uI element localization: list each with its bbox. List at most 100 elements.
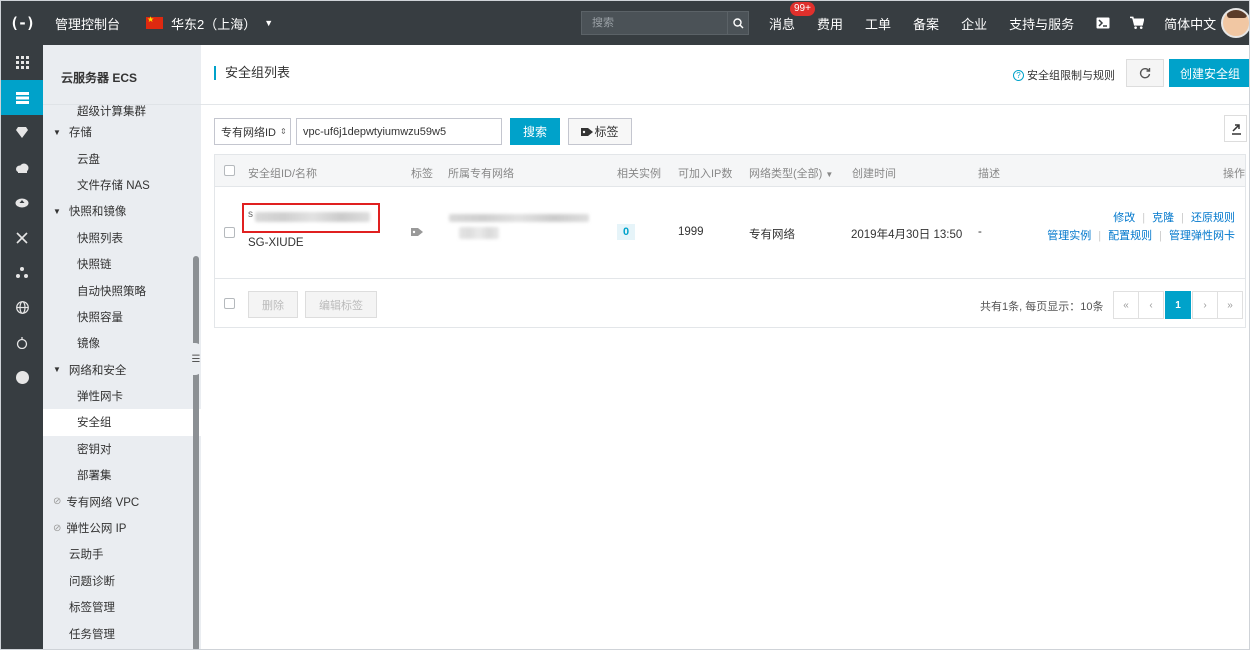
- apps-grid-icon[interactable]: [1, 45, 43, 80]
- sidebar-item[interactable]: ▼ 快照和镜像: [43, 198, 201, 224]
- diamond-icon[interactable]: [1, 115, 43, 150]
- filter-field-value: 专有网络ID: [221, 126, 276, 139]
- sidebar-item[interactable]: 问题诊断: [43, 568, 201, 594]
- sidebar-item[interactable]: ▼ 存储: [43, 119, 201, 145]
- search-button[interactable]: 搜索: [510, 118, 560, 145]
- nav-billing[interactable]: 费用: [817, 14, 843, 33]
- filter-caret-icon: ▼: [825, 170, 834, 179]
- message-count-badge: 99+: [790, 1, 815, 16]
- limits-help-link[interactable]: ? 安全组限制与规则: [1013, 67, 1115, 83]
- top-bar: (-) 管理控制台 华东2（上海） ▼ 消息 99+ 费用 工单 备案 企业 支…: [1, 1, 1249, 45]
- sidebar-item[interactable]: 标签管理: [43, 594, 201, 620]
- restore-rules-link[interactable]: 还原规则: [1191, 212, 1235, 224]
- user-avatar[interactable]: [1221, 8, 1249, 38]
- col-ips: 可加入IP数: [678, 168, 733, 180]
- nav-enterprise[interactable]: 企业: [961, 14, 987, 33]
- configure-rules-link[interactable]: 配置规则: [1108, 230, 1152, 242]
- sidebar-item-label: 快照和镜像: [68, 206, 127, 219]
- manage-instances-link[interactable]: 管理实例: [1047, 230, 1091, 242]
- filter-field-select[interactable]: 专有网络ID ⇕: [214, 118, 291, 145]
- sidebar-item-label: 部署集: [77, 470, 112, 483]
- redacted-vpc-id[interactable]: [449, 214, 589, 222]
- redacted-vpc-name: [459, 227, 499, 239]
- nav-support[interactable]: 支持与服务: [1009, 14, 1074, 33]
- language-switch[interactable]: 简体中文: [1164, 14, 1216, 33]
- tag-filter-button[interactable]: 标签: [568, 118, 632, 145]
- sidebar-item[interactable]: 弹性网卡: [43, 383, 201, 409]
- sidebar-item[interactable]: 云助手: [43, 541, 201, 567]
- search-icon[interactable]: [727, 12, 748, 34]
- filter-value-input[interactable]: [296, 118, 502, 145]
- server-list-icon[interactable]: [1, 80, 43, 115]
- nav-messages[interactable]: 消息 99+: [769, 1, 815, 33]
- sidebar-item[interactable]: 镜像: [43, 330, 201, 356]
- sidebar-item[interactable]: 云盘: [43, 145, 201, 171]
- limits-help-label: 安全组限制与规则: [1027, 70, 1115, 82]
- console-title[interactable]: 管理控制台: [55, 14, 120, 33]
- cart-icon[interactable]: [1130, 16, 1145, 30]
- row-tag-icon[interactable]: [411, 227, 424, 240]
- highlight-box: [242, 203, 380, 233]
- row-checkbox[interactable]: [224, 227, 235, 238]
- tag-icon: [581, 127, 594, 136]
- nav-tickets[interactable]: 工单: [865, 14, 891, 33]
- cloud-upload-icon[interactable]: [1, 185, 43, 220]
- prev-page-button[interactable]: ‹: [1138, 291, 1164, 319]
- aliyun-logo[interactable]: (-): [1, 1, 43, 45]
- instance-count-badge[interactable]: 0: [617, 224, 635, 240]
- sidebar-item-label: 文件存储 NAS: [77, 179, 150, 192]
- global-search-input[interactable]: [582, 17, 727, 29]
- nodes-icon[interactable]: [1, 255, 43, 290]
- select-all-checkbox[interactable]: [224, 165, 235, 176]
- terminal-icon[interactable]: [1096, 16, 1110, 30]
- sidebar-item[interactable]: 密钥对: [43, 436, 201, 462]
- clone-link[interactable]: 克隆: [1152, 212, 1174, 224]
- next-page-button[interactable]: ›: [1192, 291, 1218, 319]
- sidebar-item[interactable]: 超级计算集群: [43, 105, 201, 119]
- sidebar-item[interactable]: ▼ 网络和安全: [43, 357, 201, 383]
- nav-icp[interactable]: 备案: [913, 14, 939, 33]
- circle-icon[interactable]: [1, 360, 43, 395]
- sidebar-item[interactable]: ⊘ 专有网络 VPC: [43, 488, 201, 514]
- sidebar-scrollbar[interactable]: [193, 256, 199, 649]
- sidebar-item-label: 网络和安全: [68, 364, 127, 377]
- sidebar-title: 云服务器 ECS: [43, 45, 201, 105]
- shuffle-icon[interactable]: [1, 220, 43, 255]
- region-selector[interactable]: 华东2（上海） ▼: [146, 14, 273, 33]
- refresh-button[interactable]: [1126, 59, 1164, 87]
- page-title: 安全组列表: [214, 66, 290, 80]
- sidebar-item[interactable]: 任务管理: [43, 620, 201, 646]
- globe-icon[interactable]: [1, 290, 43, 325]
- sidebar-item[interactable]: 安全组: [43, 409, 201, 436]
- sidebar-item[interactable]: 快照列表: [43, 225, 201, 251]
- sidebar-item[interactable]: 自动快照策略: [43, 277, 201, 303]
- page-header: 安全组列表 ? 安全组限制与规则 创建安全组: [201, 45, 1249, 105]
- col-network-type[interactable]: 网络类型(全部) ▼: [749, 165, 833, 181]
- export-icon[interactable]: [1224, 115, 1247, 142]
- app-frame: (-) 管理控制台 华东2（上海） ▼ 消息 99+ 费用 工单 备案 企业 支…: [0, 0, 1250, 650]
- first-page-button[interactable]: «: [1113, 291, 1139, 319]
- last-page-button[interactable]: »: [1217, 291, 1243, 319]
- create-security-group-button[interactable]: 创建安全组: [1169, 59, 1249, 87]
- edit-tags-button[interactable]: 编辑标签: [305, 291, 377, 318]
- sidebar-item[interactable]: ⊘ 弹性公网 IP: [43, 515, 201, 541]
- sidebar-item-label: 存储: [68, 127, 92, 140]
- sidebar-item-label: 快照链: [77, 259, 112, 272]
- page-1-button[interactable]: 1: [1165, 291, 1191, 319]
- sidebar-item-label: 密钥对: [77, 443, 112, 456]
- modify-link[interactable]: 修改: [1113, 212, 1135, 224]
- created-time: 2019年4月30日 13:50: [851, 229, 963, 241]
- sidebar-item[interactable]: 部署集: [43, 462, 201, 488]
- manage-eni-link[interactable]: 管理弹性网卡: [1169, 230, 1235, 242]
- row-actions-line2: 管理实例 | 配置规则 | 管理弹性网卡: [1047, 230, 1235, 242]
- sidebar-item-label: 自动快照策略: [77, 285, 146, 298]
- sidebar-item[interactable]: 快照容量: [43, 304, 201, 330]
- footer-checkbox[interactable]: [224, 298, 235, 309]
- security-group-table: 安全组ID/名称 标签 所属专有网络 相关实例 可加入IP数 网络类型(全部) …: [214, 154, 1246, 328]
- sidebar-item[interactable]: 文件存储 NAS: [43, 172, 201, 198]
- database-icon[interactable]: [1, 325, 43, 360]
- delete-button[interactable]: 删除: [248, 291, 298, 318]
- row-actions-line1: 修改 | 克隆 | 还原规则: [1113, 212, 1235, 224]
- cloud-icon[interactable]: [1, 150, 43, 185]
- sidebar-item[interactable]: 快照链: [43, 251, 201, 277]
